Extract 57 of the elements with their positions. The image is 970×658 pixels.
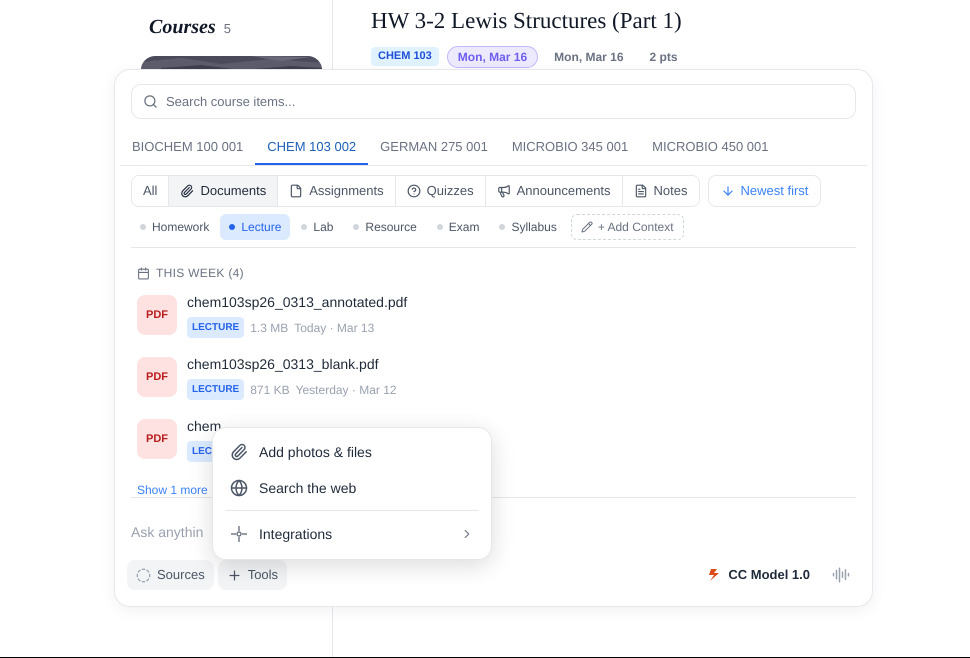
logo-icon — [708, 568, 720, 582]
file-tag: LECTURE — [187, 317, 244, 338]
sidebar-title: Courses — [149, 15, 216, 40]
calendar-icon — [137, 266, 150, 280]
category-chip[interactable]: Exam — [428, 214, 488, 240]
course-tab[interactable]: CHEM 103 002 — [255, 130, 368, 165]
pdf-file-icon: PDF — [137, 295, 177, 335]
dashed-circle-icon — [136, 568, 151, 582]
search-icon — [143, 94, 158, 109]
tools-button[interactable]: Tools — [218, 560, 288, 590]
type-filter-tab[interactable]: All — [132, 176, 170, 206]
file-tag: LECTURE — [187, 379, 244, 400]
pdf-file-icon: PDF — [137, 419, 177, 459]
model-selector[interactable]: CC Model 1.0 — [708, 565, 810, 585]
category-chip[interactable]: Syllabus — [490, 214, 566, 240]
pdf-file-icon: PDF — [137, 357, 177, 397]
voice-icon[interactable] — [832, 566, 850, 584]
category-chip[interactable]: Resource — [344, 214, 426, 240]
type-filter-tab[interactable]: Documents — [169, 176, 278, 206]
assignment-title: HW 3-2 Lewis Structures (Part 1) — [371, 7, 682, 35]
menu-item[interactable]: Integrations — [225, 515, 479, 553]
due-date-tag: Mon, Mar 16 — [446, 46, 538, 68]
menu-item[interactable]: Add photos & files — [225, 434, 479, 470]
points-text: 2 pts — [650, 48, 678, 66]
course-count: 5 — [224, 20, 231, 38]
course-tab[interactable]: MICROBIO 345 001 — [500, 130, 640, 165]
paperclip-icon — [230, 443, 248, 461]
globe-icon — [230, 479, 248, 497]
course-tab[interactable]: GERMAN 275 001 — [368, 130, 500, 165]
course-tab[interactable]: BIOCHEM 100 001 — [120, 130, 256, 165]
file-date: Today · Mar 13 — [294, 320, 374, 336]
add-context-button[interactable]: + Add Context — [570, 214, 684, 240]
pencil-icon — [580, 221, 593, 233]
sort-button[interactable]: Newest first — [708, 175, 822, 207]
megaphone-icon — [496, 184, 511, 198]
file-name[interactable]: chem103sp26_0313_annotated.pdf — [187, 292, 408, 313]
file-icon — [289, 184, 304, 198]
help-icon — [406, 184, 421, 198]
file-date: Yesterday · Mar 12 — [296, 382, 397, 398]
category-chip[interactable]: Homework — [131, 214, 218, 240]
notes-icon — [634, 184, 648, 198]
file-size: 1.3 MB — [250, 320, 288, 336]
search-field[interactable]: Search course items... — [131, 84, 856, 119]
menu-item[interactable]: Search the web — [225, 470, 479, 506]
category-chip[interactable]: Lab — [292, 214, 342, 240]
file-size: 871 KB — [250, 382, 290, 398]
paperclip-icon — [180, 184, 194, 198]
sources-button[interactable]: Sources — [127, 560, 214, 590]
course-tag: CHEM 103 — [371, 47, 439, 66]
course-tab[interactable]: MICROBIO 450 001 — [640, 130, 780, 165]
date-text: Mon, Mar 16 — [554, 48, 624, 66]
crosshair-icon — [230, 525, 248, 543]
plus-icon — [226, 568, 242, 582]
section-heading: THIS WEEK (4) — [156, 265, 244, 282]
file-name[interactable]: chem103sp26_0313_blank.pdf — [187, 354, 397, 375]
category-chip[interactable]: Lecture — [220, 214, 290, 240]
show-more-link[interactable]: Show 1 more — [137, 483, 208, 497]
